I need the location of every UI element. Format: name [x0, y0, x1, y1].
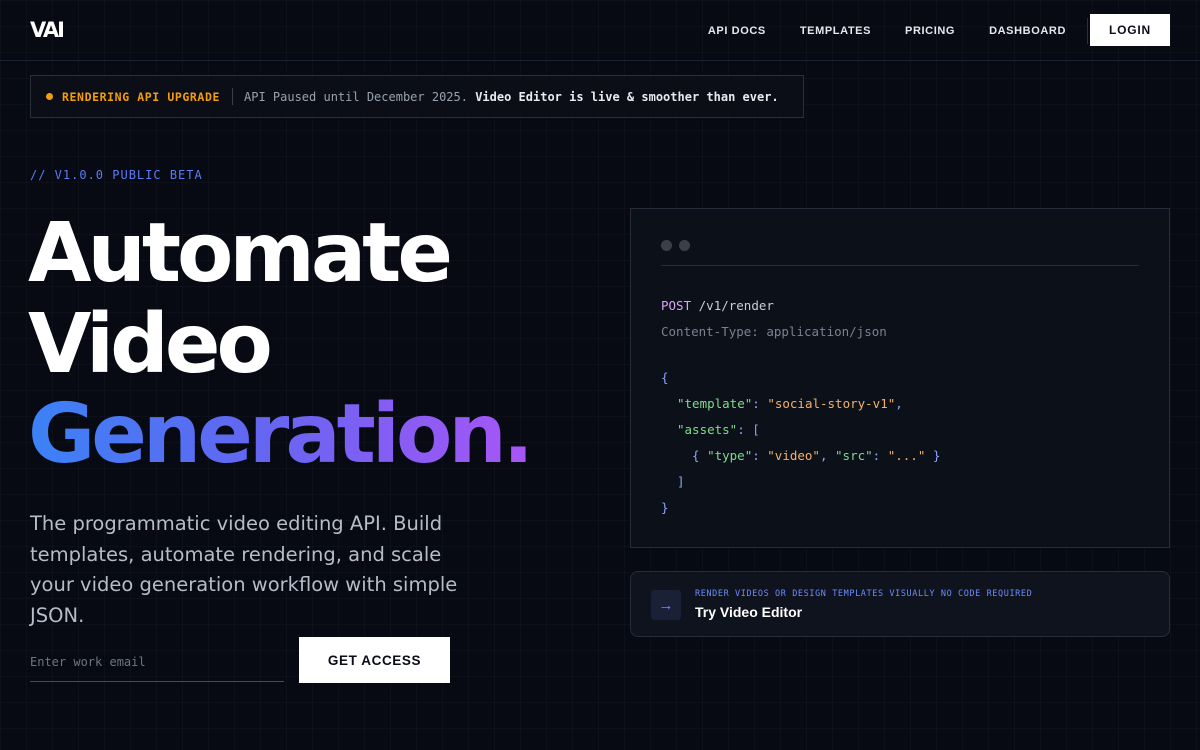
nav-link-templates[interactable]: TEMPLATES	[800, 25, 871, 37]
code-path: /v1/render	[698, 298, 774, 313]
code-src-value: "..."	[887, 448, 926, 463]
status-dot-icon	[46, 93, 53, 100]
nav-link-api-docs[interactable]: API DOCS	[708, 25, 766, 37]
window-dot-icon	[661, 240, 672, 251]
announcement-banner[interactable]: RENDERING API UPGRADE API Paused until D…	[30, 75, 804, 118]
try-video-editor-card[interactable]: → RENDER VIDEOS OR DESIGN TEMPLATES VISU…	[630, 571, 1170, 637]
version-label: // V1.0.0 PUBLIC BETA	[30, 168, 203, 182]
window-dot-icon	[679, 240, 690, 251]
code-panel: POST /v1/render Content-Type: applicatio…	[630, 208, 1170, 548]
get-access-button[interactable]: GET ACCESS	[299, 637, 450, 683]
code-item-open: {	[692, 448, 700, 463]
code-open-bracket: [	[752, 422, 760, 437]
code-close-brace: }	[661, 500, 669, 515]
hero-title-line-3: Generation.	[28, 387, 534, 482]
nav-links: API DOCS TEMPLATES PRICING DASHBOARD	[708, 0, 1066, 61]
nav-link-dashboard[interactable]: DASHBOARD	[989, 25, 1066, 37]
hero-description: The programmatic video editing API. Buil…	[30, 512, 458, 627]
code-type-key: "type"	[707, 448, 753, 463]
login-button[interactable]: LOGIN	[1090, 14, 1170, 46]
banner-text: API Paused until December 2025. Video Ed…	[244, 90, 779, 104]
code-type-value: "video"	[767, 448, 820, 463]
logo[interactable]: VAI	[30, 18, 65, 42]
editor-card-caption: RENDER VIDEOS OR DESIGN TEMPLATES VISUAL…	[695, 589, 1033, 599]
code-item-close: }	[932, 448, 941, 463]
code-request-line: POST /v1/render	[661, 298, 774, 313]
panel-divider	[661, 265, 1139, 266]
hero-title-line-1: Automate	[28, 206, 453, 301]
code-open-brace: {	[661, 370, 669, 385]
nav-divider	[1087, 18, 1088, 44]
code-asset-item: { "type": "video", "src": "..." }	[692, 448, 941, 463]
code-template-value: "social-story-v1"	[767, 396, 896, 411]
hero-title-line-2: Video	[28, 297, 273, 392]
banner-text-plain: API Paused until December 2025.	[244, 89, 468, 104]
code-template-line: "template": "social-story-v1",	[677, 396, 903, 411]
banner-text-bold: Video Editor is live & smoother than eve…	[475, 89, 779, 104]
code-assets-line: "assets": [	[677, 422, 760, 437]
top-nav: VAI API DOCS TEMPLATES PRICING DASHBOARD…	[0, 0, 1200, 61]
banner-tag: RENDERING API UPGRADE	[62, 89, 220, 104]
nav-link-pricing[interactable]: PRICING	[905, 25, 955, 37]
code-template-key: "template"	[677, 396, 753, 411]
arrow-right-icon: →	[651, 590, 681, 620]
code-method: POST	[661, 298, 692, 313]
banner-divider	[232, 88, 233, 105]
code-src-key: "src"	[835, 448, 873, 463]
editor-card-title: Try Video Editor	[695, 604, 803, 620]
code-close-bracket: ]	[677, 474, 685, 489]
code-assets-key: "assets"	[677, 422, 738, 437]
email-input[interactable]	[30, 642, 284, 682]
code-header: Content-Type: application/json	[661, 324, 887, 339]
